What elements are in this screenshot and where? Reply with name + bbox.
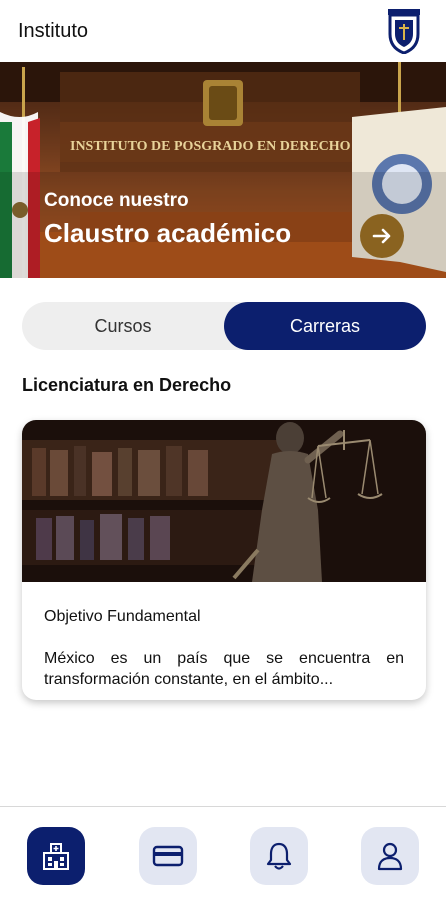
card-title: Objetivo Fundamental	[44, 608, 201, 625]
bottom-tab-bar	[0, 806, 446, 900]
banner-wall-text: INSTITUTO DE POSGRADO EN DERECHO	[70, 139, 351, 154]
tab-notifications[interactable]	[250, 827, 308, 885]
banner-next-button[interactable]	[360, 214, 404, 258]
tab-carreras[interactable]: Carreras	[224, 302, 426, 350]
banner-subtitle: Conoce nuestro	[44, 190, 189, 211]
building-icon	[43, 843, 69, 870]
tab-cursos[interactable]: Cursos	[22, 302, 224, 350]
card-image	[22, 420, 426, 582]
bell-icon	[266, 842, 292, 870]
banner-title: Claustro académico	[44, 218, 292, 248]
tab-profile[interactable]	[361, 827, 419, 885]
arrow-right-icon	[372, 228, 391, 244]
user-icon	[377, 842, 403, 871]
app-title: Instituto	[18, 20, 89, 42]
tab-home[interactable]	[27, 827, 85, 885]
section-title: Licenciatura en Derecho	[22, 375, 232, 395]
tab-payments[interactable]	[139, 827, 197, 885]
card-icon	[152, 845, 184, 867]
segmented-control: Cursos Carreras	[22, 302, 426, 350]
app-header: Instituto	[0, 0, 446, 62]
institute-crest-icon	[388, 9, 420, 54]
card-description: México es un país que se encuentra en tr…	[44, 650, 404, 688]
